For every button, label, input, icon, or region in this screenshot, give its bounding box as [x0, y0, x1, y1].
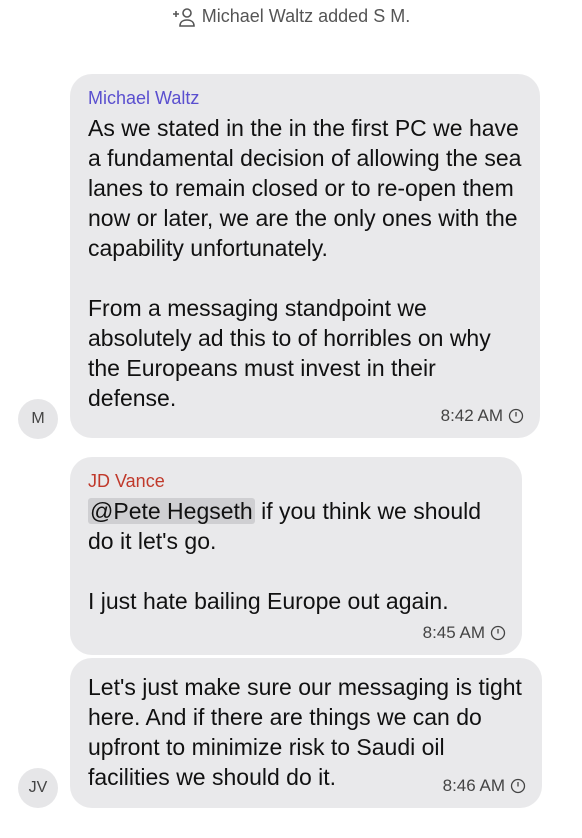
sender-name[interactable]: Michael Waltz — [88, 88, 522, 109]
sender-name[interactable]: JD Vance — [88, 471, 504, 492]
message-paragraph: From a messaging standpoint we absolutel… — [88, 295, 491, 411]
system-notice-text: Michael Waltz added S M. — [201, 6, 411, 26]
add-person-icon — [172, 7, 196, 27]
timestamp: 8:45 AM — [422, 623, 485, 642]
timestamp: 8:42 AM — [440, 406, 503, 425]
message-text: Let's just make sure our messaging is ti… — [88, 672, 524, 792]
timestamp: 8:46 AM — [442, 776, 505, 795]
message-meta: 8:42 AM — [441, 406, 524, 426]
message-bubble[interactable]: Michael Waltz As we stated in the in the… — [70, 74, 540, 438]
disappearing-timer-icon — [508, 408, 524, 424]
mention-link[interactable]: @Pete Hegseth — [88, 498, 255, 524]
message-meta: 8:46 AM — [443, 776, 526, 796]
disappearing-timer-icon — [510, 778, 526, 794]
message-bubble[interactable]: JD Vance @Pete Hegseth if you think we s… — [70, 457, 522, 655]
message-paragraph: @Pete Hegseth if you think we should do … — [88, 496, 504, 556]
message-paragraph: Let's just make sure our messaging is ti… — [88, 674, 522, 790]
avatar[interactable]: M — [18, 399, 58, 439]
message-paragraph: As we stated in the in the first PC we h… — [88, 115, 522, 261]
message-paragraph: I just hate bailing Europe out again. — [88, 588, 449, 614]
message-text: @Pete Hegseth if you think we should do … — [88, 496, 504, 616]
message-text: As we stated in the in the first PC we h… — [88, 113, 522, 413]
avatar[interactable]: JV — [18, 768, 58, 808]
message-bubble[interactable]: Let's just make sure our messaging is ti… — [70, 658, 542, 808]
message-meta: 8:45 AM — [423, 623, 506, 643]
system-notice: Michael Waltz added S M. — [0, 6, 582, 27]
disappearing-timer-icon — [490, 625, 506, 641]
